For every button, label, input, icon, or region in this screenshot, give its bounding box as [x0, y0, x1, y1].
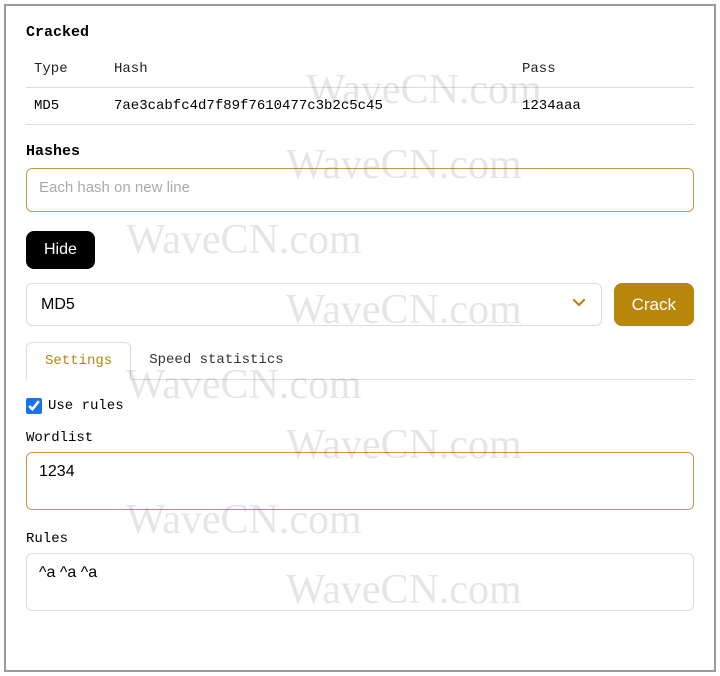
hide-button[interactable]: Hide	[26, 231, 95, 269]
crack-button[interactable]: Crack	[614, 283, 694, 326]
table-row: MD5 7ae3cabfc4d7f89f7610477c3b2c5c45 123…	[26, 88, 694, 125]
cell-hash: 7ae3cabfc4d7f89f7610477c3b2c5c45	[106, 88, 514, 125]
use-rules-label: Use rules	[48, 398, 124, 414]
wordlist-label: Wordlist	[26, 430, 694, 446]
use-rules-checkbox[interactable]	[26, 398, 42, 414]
algorithm-value: MD5	[41, 296, 75, 314]
chevron-down-icon	[571, 294, 587, 315]
tab-speed-statistics[interactable]: Speed statistics	[131, 342, 301, 379]
col-hash: Hash	[106, 51, 514, 88]
algorithm-select[interactable]: MD5	[26, 283, 602, 326]
cell-type: MD5	[26, 88, 106, 125]
app-container: WaveCN.com WaveCN.com WaveCN.com WaveCN.…	[4, 4, 716, 672]
tabs: Settings Speed statistics	[26, 342, 694, 380]
tab-settings[interactable]: Settings	[26, 342, 131, 380]
rules-input[interactable]	[26, 553, 694, 611]
col-type: Type	[26, 51, 106, 88]
cracked-table: Type Hash Pass MD5 7ae3cabfc4d7f89f76104…	[26, 51, 694, 125]
wordlist-input[interactable]	[26, 452, 694, 510]
hashes-input[interactable]	[26, 168, 694, 212]
watermark: WaveCN.com	[126, 216, 362, 264]
cracked-title: Cracked	[26, 24, 694, 41]
rules-label: Rules	[26, 531, 694, 547]
col-pass: Pass	[514, 51, 694, 88]
cracked-header-row: Type Hash Pass	[26, 51, 694, 88]
hashes-label: Hashes	[26, 143, 694, 160]
cell-pass: 1234aaa	[514, 88, 694, 125]
